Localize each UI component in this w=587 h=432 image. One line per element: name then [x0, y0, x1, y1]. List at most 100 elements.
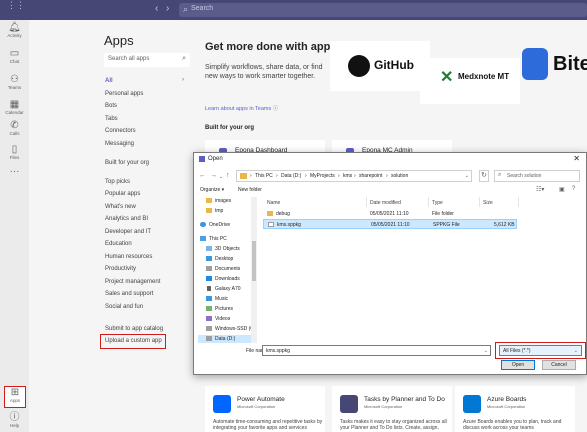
- category-item[interactable]: Personal apps: [105, 91, 143, 97]
- forward-arrow-icon[interactable]: →: [210, 172, 217, 179]
- navigation-pane: images tmp OneDrive This PC 3D Objects D…: [198, 197, 255, 343]
- file-row[interactable]: debug 05/05/2021 11:10 File folder: [263, 209, 517, 219]
- rail-apps[interactable]: ⊞ Apps: [4, 386, 26, 408]
- category-item[interactable]: Human resources: [105, 254, 152, 260]
- column-header-date[interactable]: Date modified: [370, 200, 401, 206]
- up-arrow-icon[interactable]: ↑: [226, 172, 230, 179]
- open-button[interactable]: Open: [501, 360, 535, 370]
- file-name-input[interactable]: kms.sppkg ⌄: [262, 345, 491, 356]
- breadcrumb-item[interactable]: sharepoint: [359, 173, 382, 179]
- category-item[interactable]: Developer and IT: [105, 229, 151, 235]
- tree-item[interactable]: 3D Objects: [198, 245, 255, 255]
- submit-app-link[interactable]: Submit to app catalog: [105, 326, 163, 332]
- close-icon[interactable]: ✕: [573, 154, 580, 163]
- calendar-icon: ▦: [9, 99, 20, 110]
- column-header-type[interactable]: Type: [432, 200, 443, 206]
- category-item[interactable]: Built for your org: [105, 160, 149, 166]
- rail-chat[interactable]: ▭ Chat: [0, 48, 29, 70]
- breadcrumb-item[interactable]: MyProjects: [310, 173, 335, 179]
- teams-icon: [199, 156, 205, 162]
- tree-item[interactable]: Windows-SSD (C: [198, 325, 255, 335]
- category-item[interactable]: Tabs: [105, 116, 118, 122]
- apps-search-placeholder: Search all apps: [108, 56, 150, 62]
- global-search[interactable]: ⌕ Search: [179, 3, 587, 17]
- tree-item[interactable]: images: [198, 197, 255, 207]
- tree-item[interactable]: Documents: [198, 265, 255, 275]
- category-item[interactable]: Bots: [105, 103, 117, 109]
- bell-icon: 🔔︎: [8, 22, 21, 33]
- category-item[interactable]: Productivity: [105, 266, 136, 272]
- rail-help[interactable]: ⓘ Help: [0, 412, 29, 432]
- app-card-power-automate[interactable]: Power Automate Microsoft Corporation Aut…: [205, 386, 325, 432]
- upload-custom-app-link[interactable]: Upload a custom app: [105, 338, 162, 344]
- more-apps-icon[interactable]: ···: [0, 166, 29, 188]
- app-card-azure-boards[interactable]: Azure Boards Microsoft Corporation Azure…: [455, 386, 575, 432]
- category-item[interactable]: Messaging: [105, 141, 134, 147]
- category-item[interactable]: What's new: [105, 204, 136, 210]
- category-item[interactable]: Top picks: [105, 179, 130, 185]
- rail-teams[interactable]: ⚇ Teams: [0, 74, 29, 96]
- tasks-icon: [340, 395, 358, 413]
- file-icon: ▯: [11, 144, 18, 155]
- rail-calls[interactable]: ✆ Calls: [0, 120, 29, 142]
- scrollbar-thumb[interactable]: [252, 241, 256, 281]
- category-item[interactable]: Popular apps: [105, 191, 140, 197]
- category-item[interactable]: Analytics and BI: [105, 216, 148, 222]
- tree-item[interactable]: Desktop: [198, 255, 255, 265]
- github-card[interactable]: GitHub: [330, 41, 430, 91]
- category-item[interactable]: Connectors: [105, 128, 136, 134]
- chevron-down-icon[interactable]: ⌄: [465, 173, 469, 179]
- downloads-icon: [206, 276, 212, 281]
- tree-item[interactable]: Videos: [198, 315, 255, 325]
- medxnote-label: Medxnote MT: [458, 72, 510, 81]
- category-item[interactable]: Social and fun: [105, 304, 143, 310]
- refresh-icon[interactable]: ↻: [479, 170, 489, 182]
- organize-button[interactable]: Organize ▾: [200, 187, 224, 193]
- column-header-name[interactable]: Name: [267, 200, 280, 206]
- back-arrow-icon[interactable]: ←: [199, 172, 206, 179]
- tree-item[interactable]: Music: [198, 295, 255, 305]
- tree-item[interactable]: Galaxy A70: [198, 285, 255, 295]
- tree-item[interactable]: tmp: [198, 207, 255, 217]
- learn-apps-link[interactable]: Learn about apps in Teams ⓘ: [205, 104, 278, 112]
- back-icon[interactable]: ‹: [155, 3, 158, 14]
- navigation-scrollbar[interactable]: [251, 197, 257, 343]
- breadcrumb-item[interactable]: solution: [391, 173, 408, 179]
- medxnote-card[interactable]: ✕ Medxnote MT: [420, 58, 520, 104]
- view-options-icon[interactable]: ☷▾: [536, 186, 544, 193]
- cancel-button[interactable]: Cancel: [542, 360, 576, 370]
- bite-logo-icon[interactable]: [522, 48, 548, 80]
- breadcrumb-item[interactable]: Data (D:): [281, 173, 301, 179]
- chevron-down-icon[interactable]: ⌄: [484, 348, 488, 354]
- documents-icon: [206, 266, 212, 271]
- breadcrumb-item[interactable]: This PC: [255, 173, 273, 179]
- global-search-placeholder: Search: [191, 5, 214, 12]
- address-bar[interactable]: › This PC › Data (D:) › MyProjects › kms…: [236, 170, 472, 182]
- forward-icon[interactable]: ›: [166, 3, 169, 14]
- category-item[interactable]: Project management: [105, 279, 160, 285]
- apps-search-input[interactable]: Search all apps ⌕: [104, 53, 190, 67]
- app-card-tasks[interactable]: Tasks by Planner and To Do Microsoft Cor…: [332, 386, 452, 432]
- tree-item[interactable]: Pictures: [198, 305, 255, 315]
- tree-item[interactable]: Downloads: [198, 275, 255, 285]
- tree-item[interactable]: OneDrive: [198, 221, 255, 231]
- column-header-size[interactable]: Size: [483, 200, 493, 206]
- category-item[interactable]: Sales and support: [105, 291, 153, 297]
- folder-icon: [240, 173, 247, 179]
- app-launcher-icon[interactable]: ⋮⋮: [7, 1, 25, 15]
- breadcrumb-item[interactable]: kms: [343, 173, 352, 179]
- rail-activity[interactable]: 🔔︎ Activity: [0, 22, 29, 44]
- rail-calendar[interactable]: ▦ Calendar: [0, 99, 29, 121]
- new-folder-button[interactable]: New folder: [238, 187, 262, 193]
- category-all[interactable]: All: [105, 78, 113, 84]
- category-item[interactable]: Education: [105, 241, 132, 247]
- file-type-filter[interactable]: All Files (*.*) ⌄: [499, 345, 582, 356]
- folder-search-input[interactable]: ⌕ Search solution: [494, 170, 580, 182]
- help-icon[interactable]: ?: [572, 186, 575, 192]
- tree-item[interactable]: This PC: [198, 235, 255, 245]
- file-row-selected[interactable]: kms.sppkg 05/05/2021 11:10 SPPKG File 5,…: [263, 219, 517, 229]
- tree-item-selected[interactable]: Data (D:): [198, 335, 255, 343]
- preview-pane-icon[interactable]: ▣: [559, 186, 565, 193]
- rail-files[interactable]: ▯ Files: [0, 144, 29, 166]
- recent-dropdown-icon[interactable]: ⌄: [219, 174, 223, 180]
